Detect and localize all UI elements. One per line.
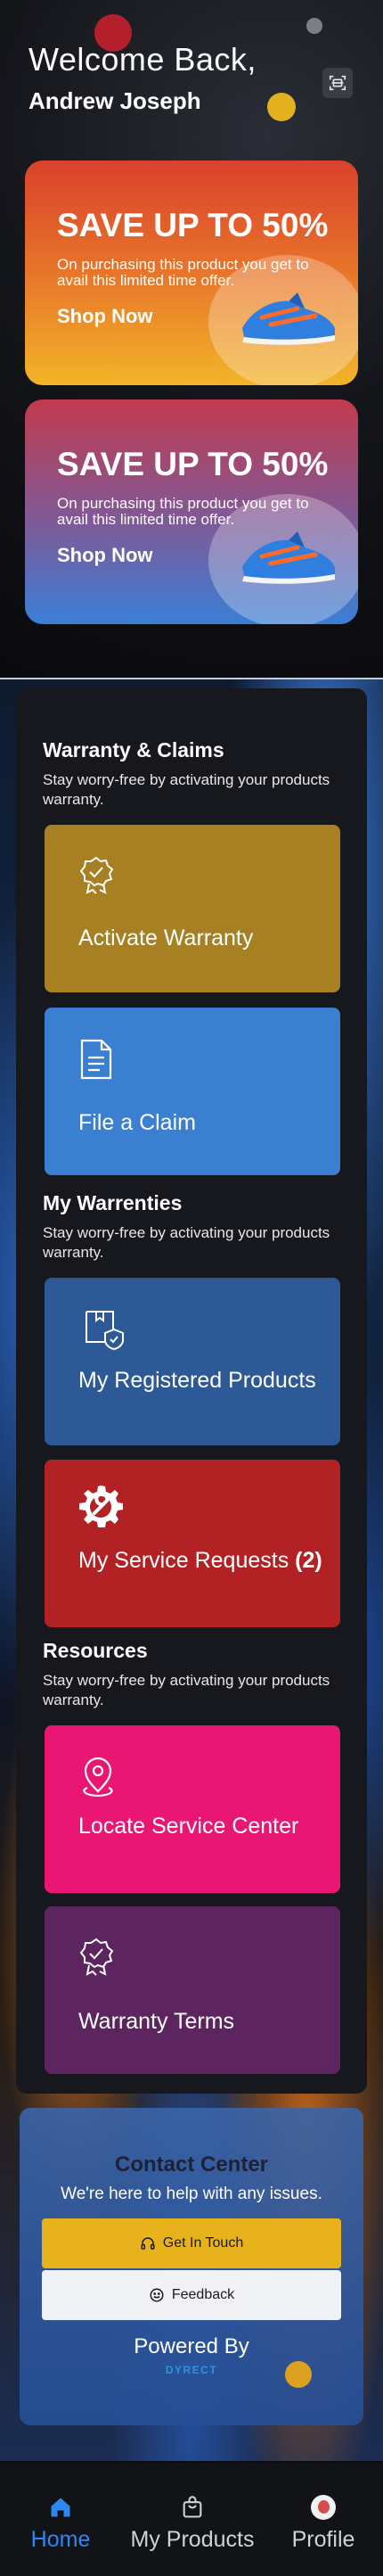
section-title-my-warranties: My Warrenties <box>43 1191 183 1214</box>
user-name: Andrew Joseph <box>29 87 201 114</box>
nav-profile-label: Profile <box>291 2527 355 2552</box>
brand-logo: DYRECT <box>165 2364 218 2376</box>
decorative-circle <box>267 93 296 121</box>
feedback-button[interactable]: Feedback <box>42 2270 341 2320</box>
decorative-circle <box>306 18 322 34</box>
registered-products-tile[interactable]: My Registered Products <box>45 1278 340 1445</box>
sneaker-image <box>242 292 335 345</box>
nav-my-products-label: My Products <box>130 2527 255 2552</box>
feedback-label: Feedback <box>171 2287 235 2302</box>
locate-service-center-tile[interactable]: Locate Service Center <box>45 1725 340 1893</box>
home-icon <box>51 2498 70 2517</box>
promo-banner[interactable]: SAVE UP TO 50% On purchasing this produc… <box>25 399 358 624</box>
activate-warranty-tile[interactable]: Activate Warranty <box>45 825 340 992</box>
tile-label: Locate Service Center <box>78 1814 299 1839</box>
promo-banner[interactable]: SAVE UP TO 50% On purchasing this produc… <box>25 160 358 385</box>
divider <box>0 678 383 679</box>
document-icon <box>80 1039 112 1080</box>
headset-icon <box>141 2237 155 2250</box>
tile-label: My Registered Products <box>78 1368 316 1393</box>
section-description: Stay worry-free by activating your produ… <box>43 1672 330 1708</box>
contact-title: Contact Center <box>114 2152 269 2177</box>
service-requests-count: (2) <box>295 1548 322 1573</box>
get-in-touch-label: Get In Touch <box>162 2235 244 2251</box>
bottom-navigation: Home My Products Profile <box>0 2463 383 2576</box>
welcome-text: Welcome Back, <box>29 41 257 78</box>
section-description: Stay worry-free by activating your produ… <box>43 771 330 808</box>
section-title-resources: Resources <box>43 1639 148 1662</box>
section-title-warranty-claims: Warranty & Claims <box>43 738 224 761</box>
powered-by-text: Powered By <box>134 2334 249 2358</box>
nav-home[interactable]: Home <box>29 2495 93 2553</box>
service-requests-tile[interactable]: My Service Requests (2) <box>45 1460 340 1627</box>
file-claim-tile[interactable]: File a Claim <box>45 1008 340 1175</box>
scan-icon <box>329 75 346 91</box>
badge-check-icon <box>79 1938 114 1976</box>
gear-wrench-icon <box>79 1486 123 1527</box>
box-shield-icon <box>86 1311 124 1351</box>
scan-button[interactable] <box>322 68 353 98</box>
tile-label: Activate Warranty <box>78 926 254 951</box>
sneaker-image <box>242 531 335 584</box>
contact-center-card: Contact Center We're here to help with a… <box>20 2108 363 2425</box>
badge-check-icon <box>79 856 114 894</box>
get-in-touch-button[interactable]: Get In Touch <box>42 2218 341 2268</box>
shop-now-link[interactable]: Shop Now <box>57 544 153 567</box>
tile-label: Warranty Terms <box>78 2009 235 2034</box>
warranty-terms-tile[interactable]: Warranty Terms <box>45 1906 340 2074</box>
nav-profile[interactable]: Profile <box>287 2495 360 2553</box>
tile-label: My Service Requests (2) <box>78 1547 322 1575</box>
nav-my-products[interactable]: My Products <box>125 2495 260 2553</box>
promo-title: SAVE UP TO 50% <box>57 446 329 482</box>
shop-now-link[interactable]: Shop Now <box>57 305 153 328</box>
section-description: Stay worry-free by activating your produ… <box>43 1224 330 1261</box>
promo-title: SAVE UP TO 50% <box>57 207 329 243</box>
service-requests-label: My Service Requests <box>78 1548 289 1573</box>
tile-label: File a Claim <box>78 1110 196 1135</box>
map-pin-icon <box>83 1757 113 1798</box>
contact-subtitle: We're here to help with any issues. <box>61 2185 322 2203</box>
smiley-icon <box>150 2288 164 2302</box>
nav-home-label: Home <box>30 2527 91 2552</box>
avatar <box>311 2495 336 2520</box>
shopping-bag-icon <box>183 2496 202 2518</box>
decorative-circle <box>285 2361 312 2388</box>
